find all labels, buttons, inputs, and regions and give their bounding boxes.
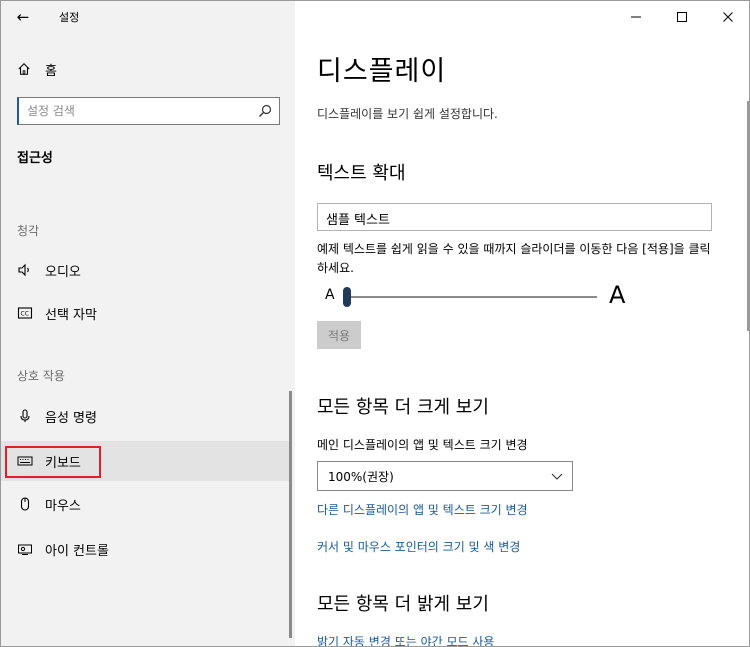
sidebar-item-audio[interactable]: 오디오 (1, 250, 292, 290)
maximize-icon (677, 12, 687, 22)
sidebar-item-mouse[interactable]: 마우스 (1, 484, 292, 524)
section-heading-text-size: 텍스트 확대 (317, 163, 406, 184)
minimize-icon (631, 16, 641, 18)
back-button[interactable]: ← (11, 6, 35, 28)
svg-text:CC: CC (21, 311, 29, 318)
sidebar-item-speech[interactable]: 음성 명령 (1, 396, 292, 436)
sidebar-item-label: 아이 컨트롤 (45, 543, 109, 559)
group-label-interaction: 상호 작용 (17, 369, 65, 383)
scale-dropdown-value: 100%(권장) (328, 469, 394, 484)
eye-control-icon (17, 541, 33, 557)
page-title: 디스플레이 (317, 56, 447, 87)
scale-dropdown[interactable]: 100%(권장) (317, 461, 573, 491)
group-label-hearing: 청각 (17, 224, 40, 238)
sidebar-item-label: 선택 자막 (45, 307, 97, 323)
apply-button[interactable]: 적용 (317, 321, 361, 349)
link-pointer-size[interactable]: 커서 및 마우스 포인터의 크기 및 색 변경 (317, 538, 520, 555)
sidebar-item-eye-control[interactable]: 아이 컨트롤 (1, 529, 292, 569)
speaker-icon (17, 262, 33, 278)
minimize-button[interactable] (613, 1, 659, 33)
section-heading-bigger: 모든 항목 더 크게 보기 (317, 397, 489, 418)
close-button[interactable] (705, 1, 749, 33)
app-title: 설정 (59, 11, 80, 24)
search-box[interactable] (17, 97, 280, 125)
scale-field-label: 메인 디스플레이의 앱 및 텍스트 크기 변경 (317, 438, 528, 452)
text-size-slider-thumb[interactable] (343, 287, 351, 307)
sidebar-item-label: 음성 명령 (45, 410, 97, 426)
search-input[interactable] (27, 102, 253, 120)
slider-instruction: 예제 텍스트를 쉽게 읽을 수 있을 때까지 슬라이더를 이동한 다음 [적용]… (317, 242, 711, 275)
section-heading-brighter: 모든 항목 더 밝게 보기 (317, 594, 489, 615)
maximize-button[interactable] (659, 1, 705, 33)
title-bar: ← 설정 (1, 1, 295, 33)
link-other-displays[interactable]: 다른 디스플레이의 앱 및 텍스트 크기 변경 (317, 501, 528, 518)
text-size-slider-track[interactable] (347, 296, 597, 298)
close-icon (723, 12, 733, 22)
main-scrollbar[interactable] (747, 101, 749, 331)
mouse-icon (17, 496, 33, 512)
home-label: 홈 (45, 63, 57, 79)
sidebar-item-label: 마우스 (45, 498, 81, 514)
closed-caption-icon: CC (17, 305, 33, 321)
sidebar-scrollbar[interactable] (289, 391, 292, 638)
main-content: 디스플레이 디스플레이를 보기 쉽게 설정합니다. 텍스트 확대 샘플 텍스트 … (295, 1, 749, 646)
sidebar: ← 설정 홈 접근성 청각 오디오 CC 선택 자막 상호 작용 음성 명령 (1, 1, 295, 646)
slider-min-label: A (325, 287, 335, 303)
settings-window: ← 설정 홈 접근성 청각 오디오 CC 선택 자막 상호 작용 음성 명령 (0, 0, 750, 647)
home-icon (18, 63, 30, 75)
search-icon[interactable] (257, 103, 273, 119)
window-controls (613, 1, 749, 33)
microphone-icon (17, 408, 33, 424)
chevron-down-icon (551, 473, 563, 480)
selection-highlight-box (5, 446, 101, 478)
page-description: 디스플레이를 보기 쉽게 설정합니다. (317, 107, 498, 121)
slider-max-label: A (609, 281, 626, 309)
category-heading: 접근성 (17, 151, 53, 166)
sidebar-item-label: 오디오 (45, 264, 81, 280)
link-night-mode[interactable]: 밝기 자동 변경 또는 야간 모드 사용 (317, 633, 494, 646)
sample-text-preview: 샘플 텍스트 (317, 203, 712, 231)
sidebar-item-captions[interactable]: CC 선택 자막 (1, 293, 292, 333)
home-nav[interactable]: 홈 (17, 59, 57, 79)
